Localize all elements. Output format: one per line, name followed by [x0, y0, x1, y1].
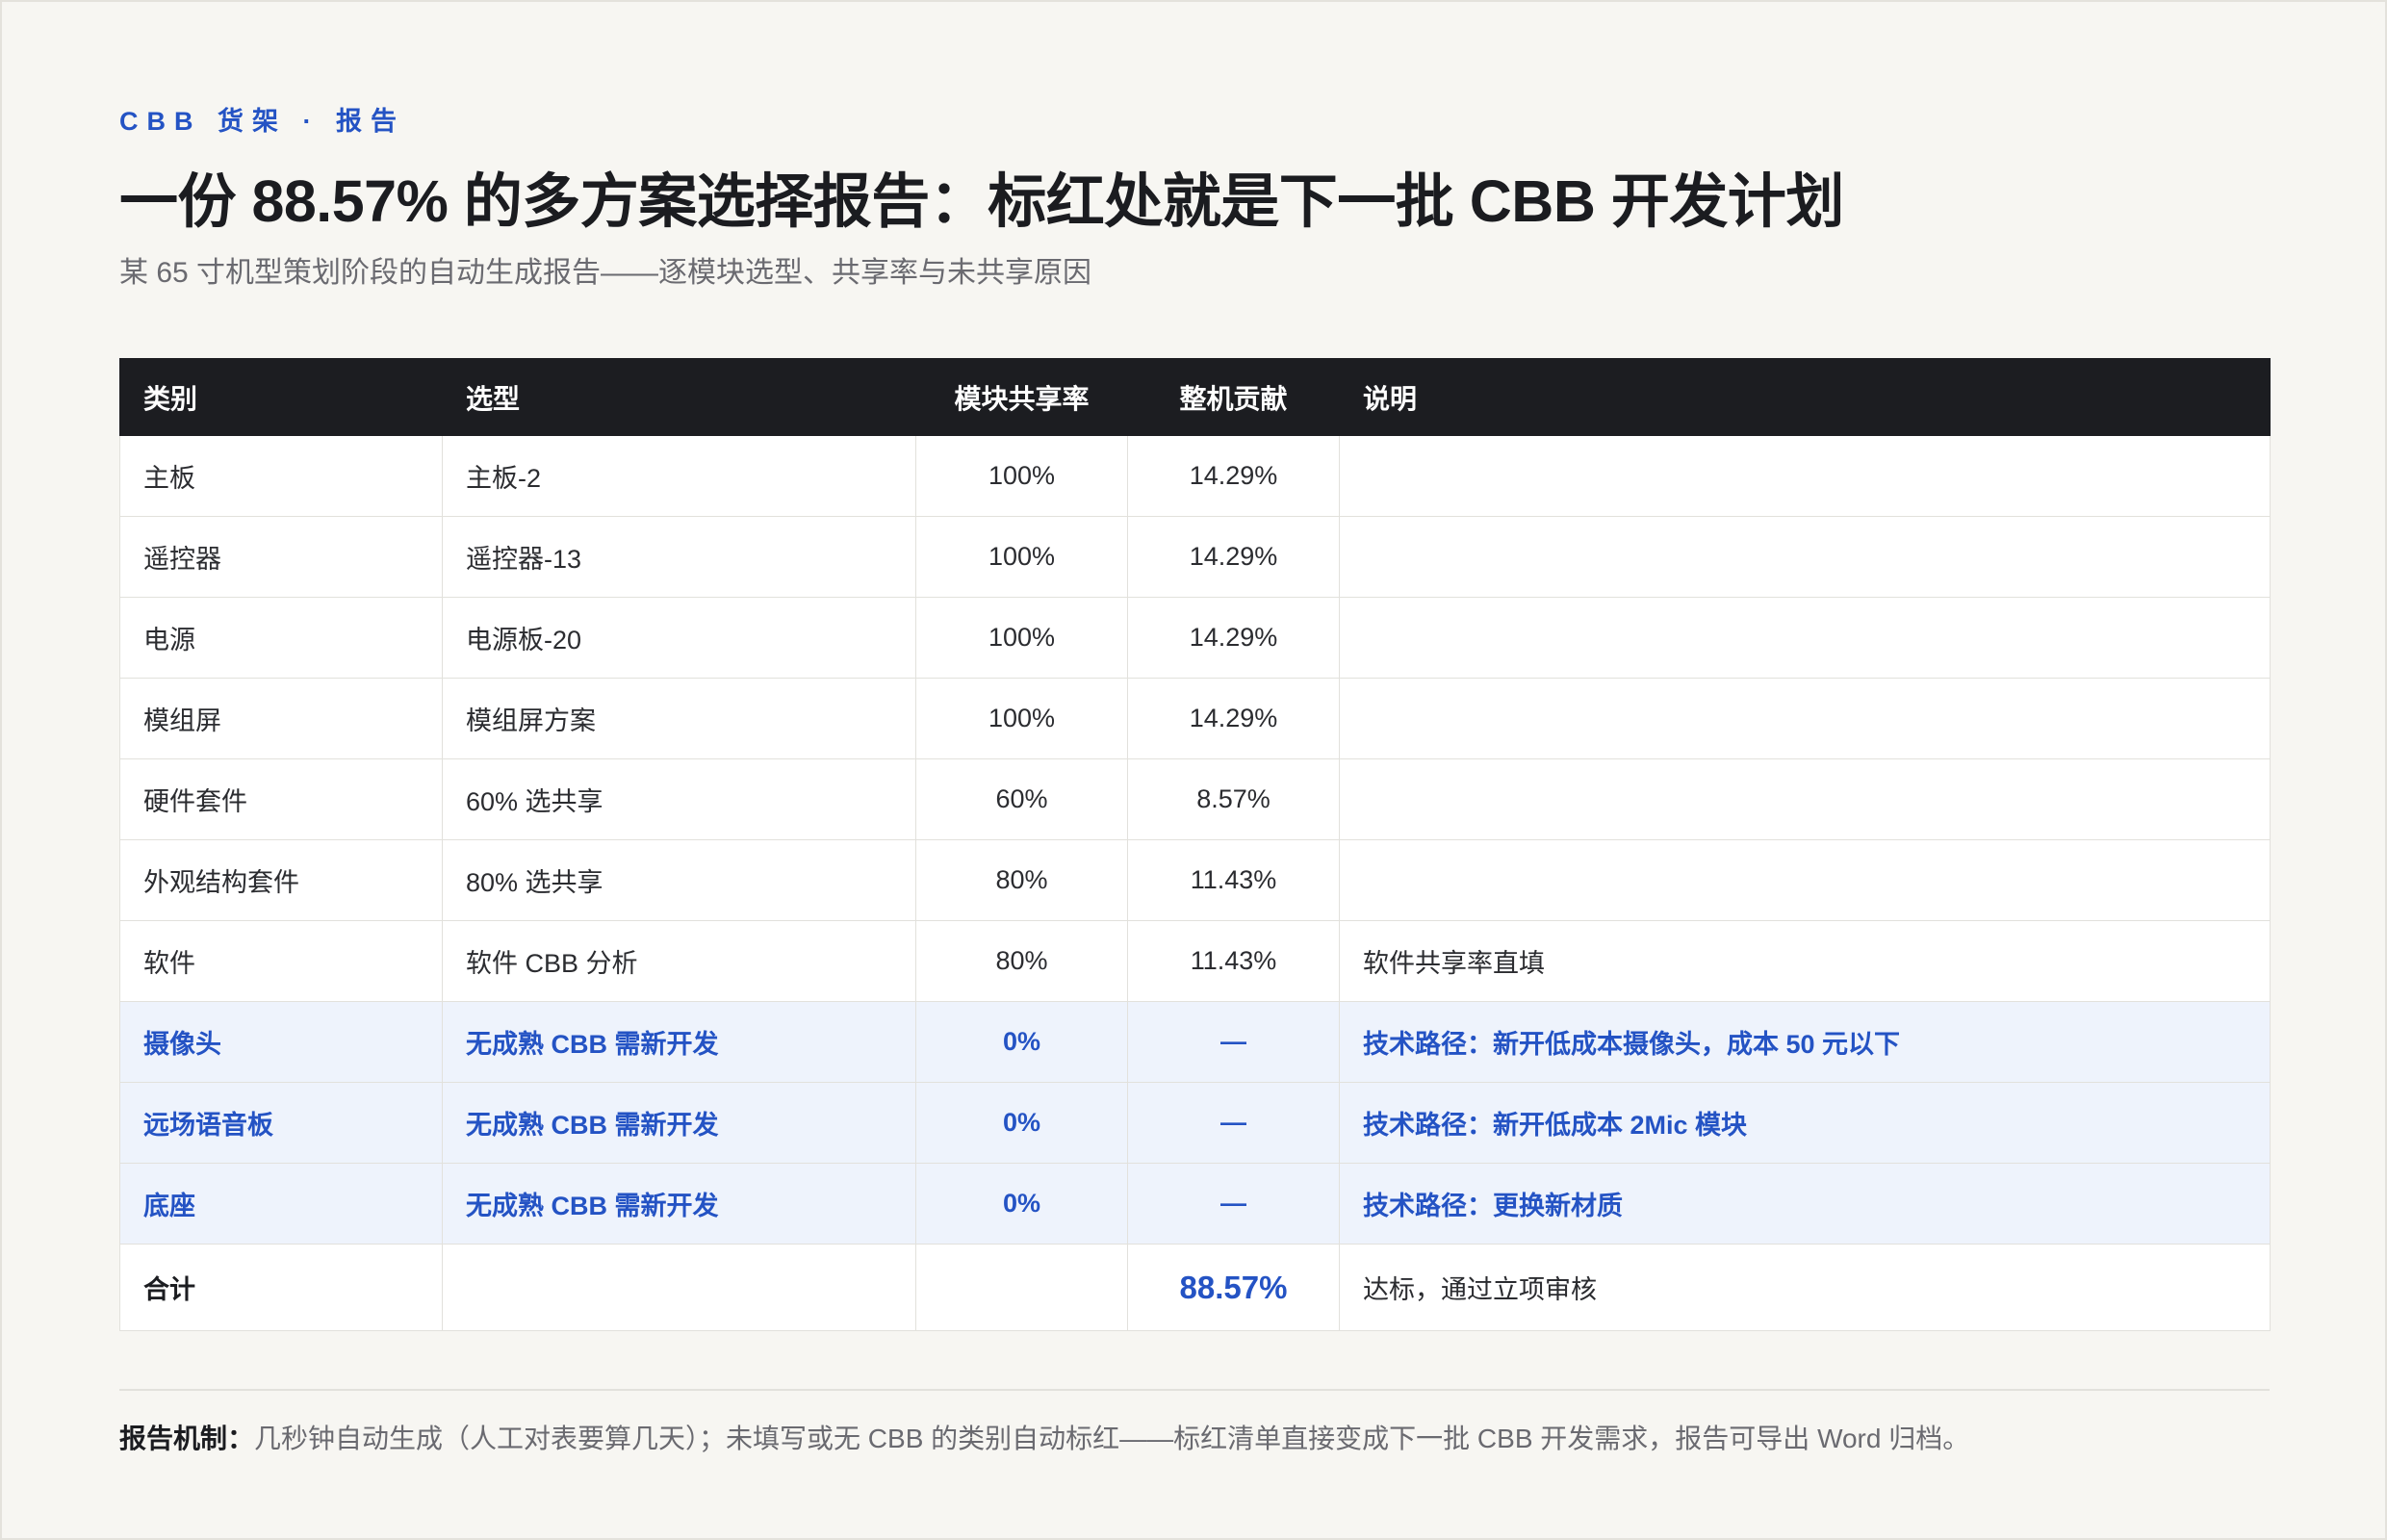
cell-total-value: 88.57%: [1127, 1244, 1340, 1331]
cell-choice: 主板-2: [442, 435, 916, 517]
cell-category: 底座: [119, 1163, 443, 1245]
report-page: CBB 货架 · 报告 一份 88.57% 的多方案选择报告：标红处就是下一批 …: [0, 0, 2387, 1540]
cell-share: 0%: [915, 1082, 1128, 1164]
cell-choice: 电源板-20: [442, 597, 916, 679]
divider: [119, 1389, 2270, 1391]
cell-total-note: 达标，通过立项审核: [1339, 1244, 2271, 1331]
cell-choice: 无成熟 CBB 需新开发: [442, 1163, 916, 1245]
cell-category: 软件: [119, 920, 443, 1002]
cell-choice: 无成熟 CBB 需新开发: [442, 1082, 916, 1164]
table-row-flagged: 远场语音板 无成熟 CBB 需新开发 0% — 技术路径：新开低成本 2Mic 模块: [119, 1082, 2271, 1164]
cell-contrib: —: [1127, 1163, 1340, 1245]
table-row: 主板 主板-2 100% 14.29%: [119, 435, 2271, 517]
cell-note: 技术路径：新开低成本摄像头，成本 50 元以下: [1339, 1001, 2271, 1083]
cell-note: 软件共享率直填: [1339, 920, 2271, 1002]
cell-choice: 软件 CBB 分析: [442, 920, 916, 1002]
cell-share: 80%: [915, 839, 1128, 921]
cell-share: 100%: [915, 435, 1128, 517]
cell-share: 100%: [915, 678, 1128, 759]
cell-share: 60%: [915, 758, 1128, 840]
footer-text: 几秒钟自动生成（人工对表要算几天）；未填写或无 CBB 的类别自动标红——标红清…: [254, 1424, 1970, 1453]
column-header-note: 说明: [1339, 358, 2271, 436]
cell-note: [1339, 597, 2271, 679]
cell-contrib: 8.57%: [1127, 758, 1340, 840]
cell-contrib: 14.29%: [1127, 516, 1340, 598]
page-subtitle: 某 65 寸机型策划阶段的自动生成报告——逐模块选型、共享率与未共享原因: [119, 257, 1092, 289]
table-row-total: 合计 88.57% 达标，通过立项审核: [119, 1244, 2271, 1331]
cell-share: 100%: [915, 516, 1128, 598]
cell-contrib: —: [1127, 1082, 1340, 1164]
cell-category: 硬件套件: [119, 758, 443, 840]
table-row-flagged: 底座 无成熟 CBB 需新开发 0% — 技术路径：更换新材质: [119, 1163, 2271, 1245]
cell-note: [1339, 839, 2271, 921]
cell-note: [1339, 516, 2271, 598]
cell-note: [1339, 758, 2271, 840]
table-row: 遥控器 遥控器-13 100% 14.29%: [119, 516, 2271, 598]
cell-share: 100%: [915, 597, 1128, 679]
cell-choice: 60% 选共享: [442, 758, 916, 840]
cell-choice: 无成熟 CBB 需新开发: [442, 1001, 916, 1083]
cell-share: 0%: [915, 1001, 1128, 1083]
cell-empty: [442, 1244, 916, 1331]
table-row-flagged: 摄像头 无成熟 CBB 需新开发 0% — 技术路径：新开低成本摄像头，成本 50 元以…: [119, 1001, 2271, 1083]
column-header-choice: 选型: [442, 358, 916, 436]
cell-category: 主板: [119, 435, 443, 517]
cell-contrib: 14.29%: [1127, 678, 1340, 759]
table-body: 主板 主板-2 100% 14.29% 遥控器 遥控器-13 100% 14.29% 电源 电源板…: [119, 435, 2271, 1331]
cell-share: 80%: [915, 920, 1128, 1002]
cell-note: 技术路径：新开低成本 2Mic 模块: [1339, 1082, 2271, 1164]
cell-choice: 模组屏方案: [442, 678, 916, 759]
cell-category: 模组屏: [119, 678, 443, 759]
column-header-contrib: 整机贡献: [1127, 358, 1340, 436]
column-header-share: 模块共享率: [915, 358, 1128, 436]
table-header-row: 类别 选型 模块共享率 整机贡献 说明: [119, 358, 2271, 436]
cell-contrib: 11.43%: [1127, 839, 1340, 921]
column-header-category: 类别: [119, 358, 443, 436]
cell-note: 技术路径：更换新材质: [1339, 1163, 2271, 1245]
footer-note: 报告机制：几秒钟自动生成（人工对表要算几天）；未填写或无 CBB 的类别自动标红…: [119, 1420, 2268, 1458]
cell-total-label: 合计: [119, 1244, 443, 1331]
cell-category: 远场语音板: [119, 1082, 443, 1164]
cell-choice: 遥控器-13: [442, 516, 916, 598]
cell-contrib: —: [1127, 1001, 1340, 1083]
page-title: 一份 88.57% 的多方案选择报告：标红处就是下一批 CBB 开发计划: [119, 168, 1844, 234]
table-row: 电源 电源板-20 100% 14.29%: [119, 597, 2271, 679]
table-row: 软件 软件 CBB 分析 80% 11.43% 软件共享率直填: [119, 920, 2271, 1002]
cell-choice: 80% 选共享: [442, 839, 916, 921]
cbb-report-table: 类别 选型 模块共享率 整机贡献 说明 主板 主板-2 100% 14.29% 遥控器遥…: [119, 358, 2271, 1331]
cell-category: 遥控器: [119, 516, 443, 598]
cell-contrib: 14.29%: [1127, 597, 1340, 679]
cell-category: 外观结构套件: [119, 839, 443, 921]
cell-contrib: 14.29%: [1127, 435, 1340, 517]
cell-note: [1339, 435, 2271, 517]
table-row: 硬件套件 60% 选共享 60% 8.57%: [119, 758, 2271, 840]
cell-category: 摄像头: [119, 1001, 443, 1083]
cell-empty: [915, 1244, 1128, 1331]
table-row: 模组屏 模组屏方案 100% 14.29%: [119, 678, 2271, 759]
cell-category: 电源: [119, 597, 443, 679]
footer-label: 报告机制：: [119, 1424, 255, 1453]
cell-share: 0%: [915, 1163, 1128, 1245]
cell-note: [1339, 678, 2271, 759]
table-row: 外观结构套件 80% 选共享 80% 11.43%: [119, 839, 2271, 921]
cell-contrib: 11.43%: [1127, 920, 1340, 1002]
eyebrow: CBB 货架 · 报告: [119, 107, 405, 136]
